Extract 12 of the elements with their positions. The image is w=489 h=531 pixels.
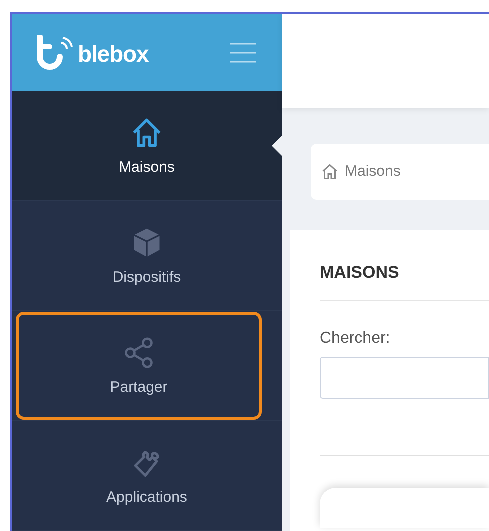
search-field[interactable]: [320, 357, 489, 399]
panel-title: MAISONS: [320, 262, 400, 284]
menu-icon[interactable]: [230, 42, 256, 62]
logo-text: blebox: [78, 40, 149, 70]
home-icon: [321, 163, 339, 181]
nav-item[interactable]: Partager: [16, 312, 262, 420]
share-icon: [122, 336, 156, 370]
search-label: Chercher:: [320, 329, 392, 349]
breadcrumb-link[interactable]: Maisons: [345, 160, 401, 184]
nav-item[interactable]: Dispositifs: [12, 201, 282, 310]
logo-icon: [34, 34, 76, 70]
nav-item[interactable]: Applications: [12, 421, 282, 530]
